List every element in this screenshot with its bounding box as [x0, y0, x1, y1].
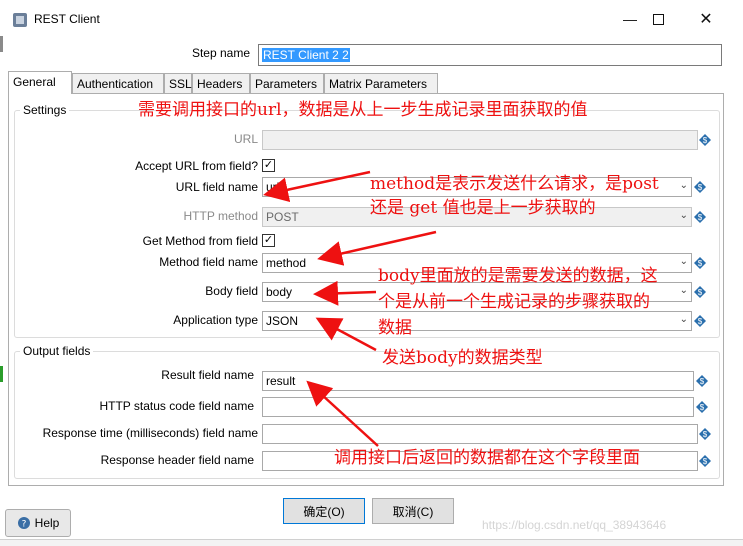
arrow-to-app-type [315, 317, 377, 352]
arrow-to-body-field [313, 280, 377, 306]
arrow-to-method-field [317, 230, 437, 266]
arrow-to-result-field [306, 380, 379, 447]
tab-general[interactable]: General [8, 71, 72, 94]
annotation-arrows [263, 170, 437, 447]
arrow-to-url-field [263, 170, 371, 203]
watermark-text: https://blog.csdn.net/qq_38943646 [482, 518, 667, 532]
